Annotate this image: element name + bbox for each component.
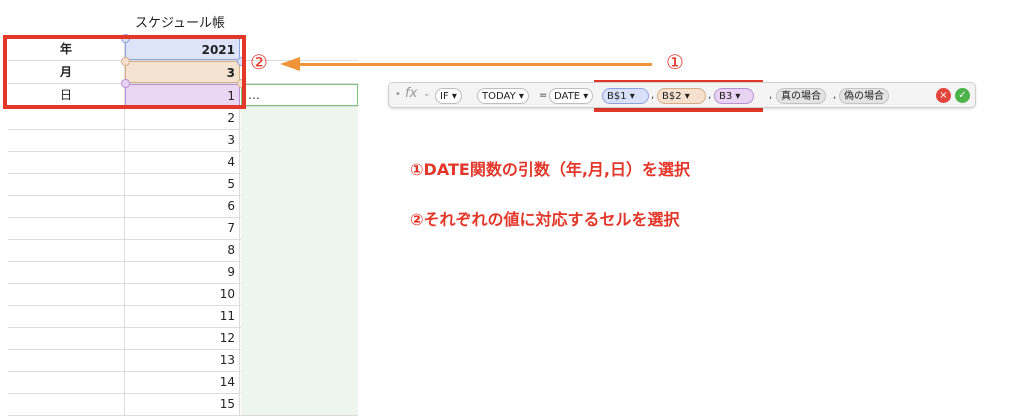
row-label[interactable] <box>8 107 125 129</box>
table-row[interactable]: 6 <box>8 195 358 218</box>
annotation-arrow-line <box>300 63 652 66</box>
highlight-box-cells <box>3 35 246 109</box>
accept-icon[interactable]: ✓ <box>955 88 970 103</box>
table-row[interactable]: 12 <box>8 327 358 350</box>
table-row[interactable]: 13 <box>8 349 358 372</box>
token-comma: , <box>651 90 655 101</box>
row-label[interactable] <box>8 195 125 217</box>
cell-empty[interactable] <box>241 261 358 283</box>
token-ref-month[interactable]: B$2 ▾ <box>657 88 706 104</box>
formula-ellipsis: … <box>248 88 260 102</box>
table-row[interactable]: 2 <box>8 107 358 130</box>
cell-value[interactable]: 6 <box>125 195 240 217</box>
function-icon: fx <box>405 86 418 101</box>
formula-bar[interactable]: • fx ⌄ IF ▾ TODAY ▾ = DATE ▾ B$1 ▾ , B$2… <box>388 82 976 108</box>
token-ref-day[interactable]: B3 ▾ <box>714 88 754 104</box>
row-label[interactable] <box>8 371 125 393</box>
token-false-case[interactable]: 偽の場合 <box>839 88 889 104</box>
cell-value[interactable]: 9 <box>125 261 240 283</box>
cell-value[interactable]: 10 <box>125 283 240 305</box>
cell-empty[interactable] <box>241 239 358 261</box>
grip-dot-icon: • <box>395 89 401 100</box>
row-label[interactable] <box>8 305 125 327</box>
cell-empty[interactable] <box>241 393 358 415</box>
row-label[interactable] <box>8 217 125 239</box>
annotation-marker-one: ① <box>666 50 684 74</box>
cell-value[interactable]: 14 <box>125 371 240 393</box>
cell-value[interactable]: 2 <box>125 107 240 129</box>
token-comma: , <box>769 90 773 101</box>
sheet-title: スケジュール帳 <box>134 16 226 31</box>
token-equals: = <box>539 90 548 101</box>
row-label[interactable] <box>8 261 125 283</box>
instruction-note-two: ②それぞれの値に対応するセルを選択 <box>410 210 680 229</box>
arrow-left-icon <box>280 57 300 71</box>
row-label[interactable] <box>8 239 125 261</box>
row-label[interactable] <box>8 349 125 371</box>
token-today[interactable]: TODAY ▾ <box>477 88 529 104</box>
cell-empty[interactable] <box>241 129 358 151</box>
cell-formula-editing[interactable]: … <box>241 84 358 106</box>
row-label[interactable] <box>8 151 125 173</box>
cell-value[interactable]: 7 <box>125 217 240 239</box>
cell-value[interactable]: 13 <box>125 349 240 371</box>
cancel-icon[interactable]: × <box>936 88 951 103</box>
cell-value[interactable]: 15 <box>125 393 240 415</box>
annotation-marker-two: ② <box>250 50 268 74</box>
row-label[interactable] <box>8 283 125 305</box>
table-row[interactable]: 11 <box>8 305 358 328</box>
table-row[interactable]: 9 <box>8 261 358 284</box>
token-comma: , <box>708 90 712 101</box>
cell-empty[interactable] <box>241 327 358 349</box>
row-label[interactable] <box>8 129 125 151</box>
token-ref-year[interactable]: B$1 ▾ <box>602 88 649 104</box>
cell-empty[interactable] <box>241 217 358 239</box>
token-if[interactable]: IF ▾ <box>435 88 462 104</box>
cell-empty[interactable] <box>241 173 358 195</box>
cell-value[interactable]: 4 <box>125 151 240 173</box>
token-date[interactable]: DATE ▾ <box>549 88 594 104</box>
table-row[interactable]: 4 <box>8 151 358 174</box>
cell-empty[interactable] <box>241 349 358 371</box>
cell-empty[interactable] <box>241 107 358 129</box>
row-label[interactable] <box>8 327 125 349</box>
cell-value[interactable]: 5 <box>125 173 240 195</box>
cell-empty[interactable] <box>241 371 358 393</box>
cell-empty[interactable] <box>241 195 358 217</box>
token-true-case[interactable]: 真の場合 <box>776 88 826 104</box>
table-row[interactable]: 3 <box>8 129 358 152</box>
cell-value[interactable]: 11 <box>125 305 240 327</box>
row-label[interactable] <box>8 393 125 415</box>
token-comma: , <box>833 90 837 101</box>
table-row[interactable]: 8 <box>8 239 358 262</box>
row-label[interactable] <box>8 173 125 195</box>
cell-value[interactable]: 3 <box>125 129 240 151</box>
cell-empty[interactable] <box>241 283 358 305</box>
cell-empty[interactable] <box>241 151 358 173</box>
table-row[interactable]: 7 <box>8 217 358 240</box>
instruction-note-one: ①DATE関数の引数（年,月,日）を選択 <box>410 160 690 179</box>
chevron-down-icon[interactable]: ⌄ <box>423 89 431 99</box>
cell-empty[interactable] <box>241 305 358 327</box>
table-row[interactable]: 14 <box>8 371 358 394</box>
table-row[interactable]: 10 <box>8 283 358 306</box>
cell-value[interactable]: 8 <box>125 239 240 261</box>
table-row[interactable]: 5 <box>8 173 358 196</box>
cell-value[interactable]: 12 <box>125 327 240 349</box>
table-row[interactable]: 15 <box>8 393 358 416</box>
